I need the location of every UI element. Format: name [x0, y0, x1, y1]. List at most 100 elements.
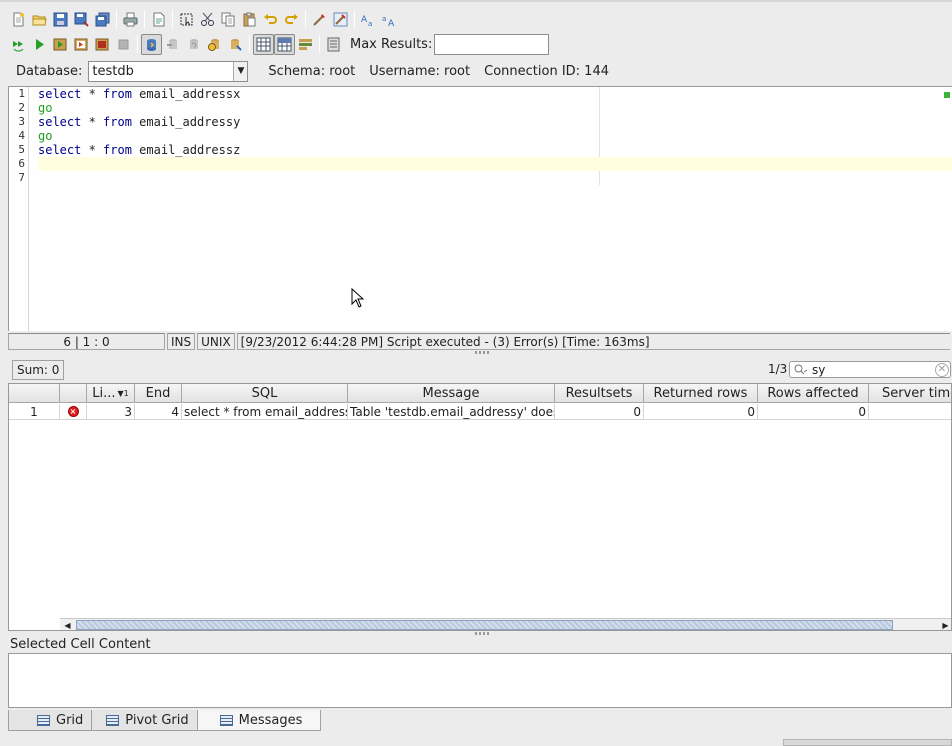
cut-icon[interactable] — [197, 9, 218, 30]
horizontal-splitter[interactable] — [0, 350, 952, 355]
code-line: go — [38, 129, 53, 143]
column-header-server-time[interactable]: Server time — [869, 384, 951, 403]
mouse-pointer-icon — [351, 288, 365, 308]
max-results-input[interactable] — [434, 33, 550, 55]
status-marker-icon — [944, 92, 950, 98]
horizontal-scrollbar[interactable]: ◀ ▶ — [60, 618, 951, 630]
search-icon — [790, 364, 812, 375]
sql-cell[interactable]: select * from email_addressy — [182, 404, 348, 420]
tab-pivot-grid[interactable]: Pivot Grid — [91, 710, 198, 731]
select-all-icon[interactable] — [176, 9, 197, 30]
schema-info: Schema: root — [268, 63, 356, 79]
scrollbar-thumb[interactable] — [76, 620, 893, 630]
format-sql-icon[interactable] — [309, 9, 330, 30]
transactions-icon[interactable] — [225, 34, 246, 55]
new-file-icon[interactable] — [8, 9, 29, 30]
column-header-resultsets[interactable]: Resultsets — [555, 384, 644, 403]
column-header-rows-affected[interactable]: Rows affected — [758, 384, 869, 403]
column-header-returned-rows[interactable]: Returned rows — [644, 384, 758, 403]
clear-search-icon[interactable]: ✕ — [935, 362, 949, 377]
lower-splitter[interactable] — [0, 631, 952, 636]
database-value: testdb — [92, 63, 134, 79]
line-number: 6 — [18, 157, 25, 170]
paste-icon[interactable] — [239, 9, 260, 30]
undo-icon[interactable] — [260, 9, 281, 30]
line-number: 4 — [18, 129, 25, 142]
format-options-icon[interactable] — [330, 9, 351, 30]
split-view-icon[interactable] — [274, 33, 295, 55]
column-header-status — [60, 384, 87, 403]
pivot-grid-icon — [106, 714, 120, 726]
row-number: 1 — [9, 404, 60, 420]
column-header-message[interactable]: Message — [348, 384, 555, 403]
code-area[interactable]: select * from email_addressx go select *… — [38, 87, 952, 185]
grid-icon — [37, 714, 50, 726]
chevron-down-icon[interactable]: ▼ — [233, 61, 248, 81]
save-as-icon[interactable] — [71, 9, 92, 30]
returned-rows-cell[interactable]: 0 — [644, 404, 758, 420]
history-icon[interactable] — [204, 34, 225, 55]
print-icon[interactable] — [120, 9, 141, 30]
scroll-left-icon[interactable]: ◀ — [61, 619, 74, 630]
bottom-scrollbar[interactable] — [783, 739, 952, 746]
open-folder-icon[interactable] — [29, 9, 50, 30]
selected-cell-content[interactable] — [8, 653, 952, 708]
toolbar-separator — [249, 35, 250, 53]
line-number: 2 — [18, 101, 25, 114]
scroll-right-icon[interactable]: ▶ — [939, 619, 951, 630]
save-all-icon[interactable] — [92, 9, 113, 30]
column-header-line[interactable]: Li... ▼ 1 — [87, 384, 135, 403]
execute-explain-icon[interactable] — [71, 34, 92, 55]
error-icon: × — [60, 404, 87, 420]
column-header-end[interactable]: End — [135, 384, 182, 403]
connection-bar: Database: testdb ▼ Schema: root Username… — [16, 60, 609, 82]
settings-icon[interactable] — [323, 34, 344, 55]
execute-current-icon[interactable] — [50, 34, 71, 55]
editor-status-bar: 6 | 1 : 0 INS UNIX [9/23/2012 6:44:28 PM… — [8, 333, 952, 350]
table-row[interactable]: 1 × 3 4 select * from email_addressy Tab… — [9, 404, 951, 420]
message-cell[interactable]: Table 'testdb.email_addressy' doesn't ex… — [348, 404, 555, 420]
sql-editor[interactable]: 1 2 3 4 5 6 7 select * from email_addres… — [8, 86, 952, 331]
export-icon[interactable] — [148, 9, 169, 30]
line-number: 5 — [18, 143, 25, 156]
connection-id-info: Connection ID: 144 — [484, 63, 609, 79]
svg-text:A: A — [361, 15, 368, 25]
save-icon[interactable] — [50, 9, 71, 30]
redo-icon[interactable] — [281, 9, 302, 30]
line-cell[interactable]: 3 — [87, 404, 135, 420]
result-tabs: Grid Pivot Grid Messages — [8, 710, 322, 732]
toolbar-separator — [319, 35, 320, 53]
execute-all-icon[interactable] — [8, 34, 29, 55]
resultsets-cell[interactable]: 0 — [555, 404, 644, 420]
code-line: select * from email_addressx — [38, 87, 241, 101]
database-label: Database: — [16, 63, 83, 79]
grid-header: Li... ▼ 1 End SQL Message Resultsets Retur… — [9, 384, 951, 403]
search-input[interactable]: sy ✕ — [789, 361, 951, 378]
selected-cell-label: Selected Cell Content — [10, 637, 151, 652]
window-top-edge — [0, 0, 952, 2]
rows-affected-cell[interactable]: 0 — [758, 404, 869, 420]
line-number: 1 — [18, 87, 25, 100]
rollback-icon[interactable] — [183, 34, 204, 55]
tab-grid[interactable]: Grid — [8, 710, 93, 731]
tab-messages[interactable]: Messages — [196, 710, 322, 731]
commit-mode-icon[interactable] — [141, 33, 162, 55]
execute-icon[interactable] — [29, 34, 50, 55]
layout-icon[interactable] — [295, 34, 316, 55]
lowercase-icon[interactable]: aA — [379, 9, 400, 30]
server-time-cell[interactable] — [869, 404, 951, 420]
end-cell[interactable]: 4 — [135, 404, 182, 420]
stop-icon[interactable] — [113, 34, 134, 55]
messages-grid[interactable]: Li... ▼ 1 End SQL Message Resultsets Retur… — [8, 383, 952, 631]
database-select[interactable]: testdb ▼ — [88, 60, 249, 82]
column-header-sql[interactable]: SQL — [182, 384, 348, 403]
sum-display: Sum: 0 — [12, 360, 65, 380]
username-info: Username: root — [369, 63, 471, 79]
uppercase-icon[interactable]: Aa — [358, 9, 379, 30]
code-line: select * from email_addressy — [38, 115, 241, 129]
execute-to-file-icon[interactable] — [92, 34, 113, 55]
grid-view-icon[interactable] — [253, 33, 274, 55]
commit-icon[interactable] — [162, 34, 183, 55]
line-number: 3 — [18, 115, 25, 128]
copy-icon[interactable] — [218, 9, 239, 30]
